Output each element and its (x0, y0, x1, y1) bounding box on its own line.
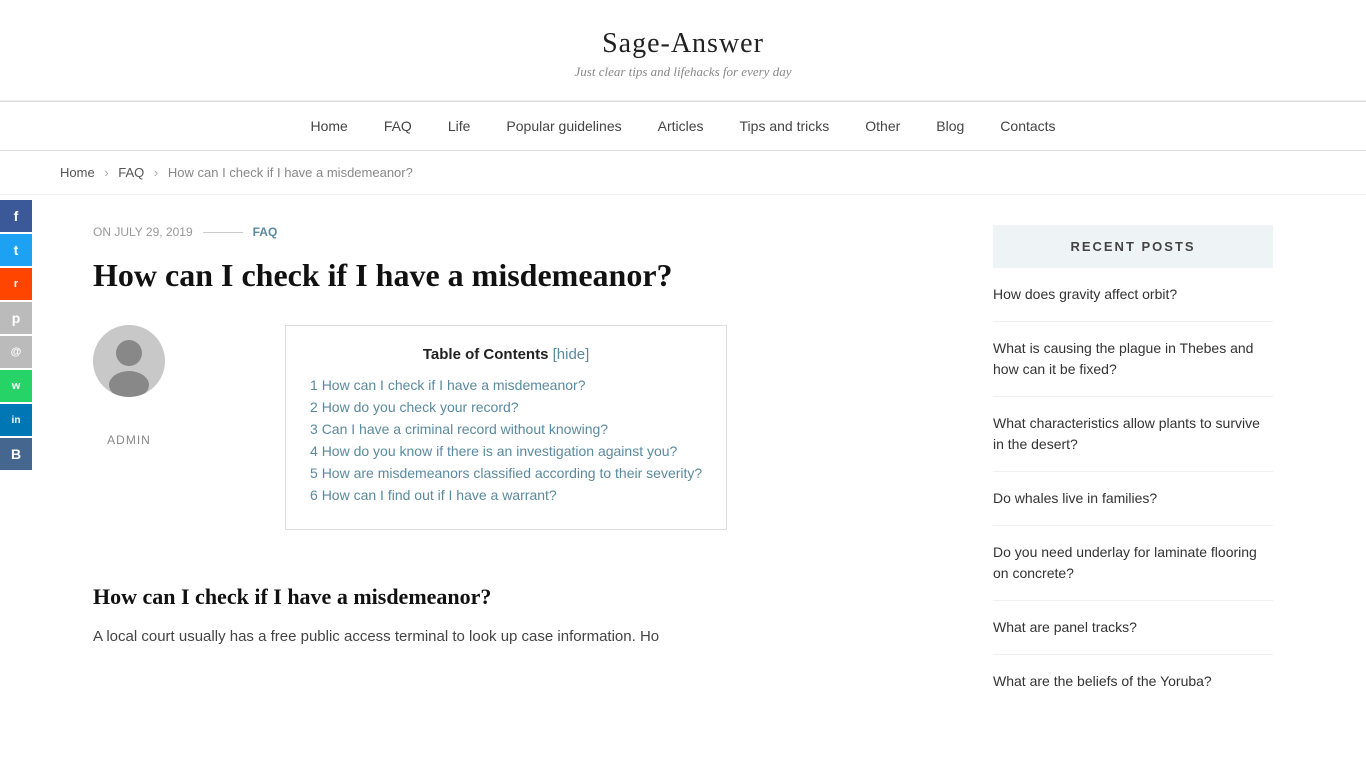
nav-faq[interactable]: FAQ (366, 102, 430, 150)
author-name: ADMIN (107, 433, 151, 447)
breadcrumb-sep-2: › (154, 165, 158, 180)
toc-item-2: 2 How do you check your record? (310, 399, 702, 415)
nav-popular-guidelines[interactable]: Popular guidelines (488, 102, 639, 150)
toc-item-4: 4 How do you know if there is an investi… (310, 443, 702, 459)
section-heading-1: How can I check if I have a misdemeanor? (93, 584, 933, 610)
site-title: Sage-Answer (20, 28, 1346, 60)
toc-box: Table of Contents [hide] 1 How can I che… (285, 325, 727, 530)
toc-item-5: 5 How are misdemeanors classified accord… (310, 465, 702, 481)
recent-post-item: How does gravity affect orbit? (993, 284, 1273, 322)
vk-button[interactable]: B (0, 438, 32, 470)
recent-post-item: What are the beliefs of the Yoruba? (993, 671, 1273, 708)
toc-list: 1 How can I check if I have a misdemeano… (310, 377, 702, 503)
recent-posts-list: How does gravity affect orbit? What is c… (993, 284, 1273, 708)
author-avatar (93, 325, 165, 397)
section-text-1: A local court usually has a free public … (93, 624, 933, 650)
nav-home[interactable]: Home (292, 102, 365, 150)
toc-item-6: 6 How can I find out if I have a warrant… (310, 487, 702, 503)
breadcrumb-faq[interactable]: FAQ (118, 165, 144, 180)
pinterest-button[interactable]: p (0, 302, 32, 334)
sidebar: RECENT POSTS How does gravity affect orb… (973, 195, 1273, 754)
recent-post-link-6[interactable]: What are panel tracks? (993, 619, 1137, 635)
linkedin-button[interactable]: in (0, 404, 32, 436)
recent-post-item: What are panel tracks? (993, 617, 1273, 655)
social-sidebar: f t r p @ w in B (0, 200, 32, 470)
article-meta: ON JULY 29, 2019 FAQ (93, 225, 933, 239)
breadcrumb-home[interactable]: Home (60, 165, 95, 180)
nav-articles[interactable]: Articles (640, 102, 722, 150)
site-header: Sage-Answer Just clear tips and lifehack… (0, 0, 1366, 101)
recent-post-item: Do you need underlay for laminate floori… (993, 542, 1273, 601)
whatsapp-button[interactable]: w (0, 370, 32, 402)
toc-hide-button[interactable]: [hide] (553, 346, 590, 363)
page-layout: ON JULY 29, 2019 FAQ How can I check if … (33, 195, 1333, 754)
article-category[interactable]: FAQ (253, 225, 278, 239)
recent-post-item: Do whales live in families? (993, 488, 1273, 526)
email-button[interactable]: @ (0, 336, 32, 368)
reddit-button[interactable]: r (0, 268, 32, 300)
recent-post-link-1[interactable]: How does gravity affect orbit? (993, 286, 1177, 302)
site-tagline: Just clear tips and lifehacks for every … (20, 64, 1346, 80)
main-content: ON JULY 29, 2019 FAQ How can I check if … (73, 195, 973, 754)
facebook-button[interactable]: f (0, 200, 32, 232)
recent-post-link-3[interactable]: What characteristics allow plants to sur… (993, 415, 1260, 452)
breadcrumb: Home › FAQ › How can I check if I have a… (0, 151, 1366, 195)
article-date: ON JULY 29, 2019 (93, 225, 193, 239)
nav-other[interactable]: Other (847, 102, 918, 150)
recent-post-link-5[interactable]: Do you need underlay for laminate floori… (993, 544, 1257, 581)
nav-life[interactable]: Life (430, 102, 489, 150)
toc-item-1: 1 How can I check if I have a misdemeano… (310, 377, 702, 393)
recent-posts-title: RECENT POSTS (993, 225, 1273, 268)
toc-title: Table of Contents [hide] (310, 346, 702, 363)
nav-tips-and-tricks[interactable]: Tips and tricks (722, 102, 848, 150)
recent-post-item: What is causing the plague in Thebes and… (993, 338, 1273, 397)
nav-contacts[interactable]: Contacts (982, 102, 1073, 150)
breadcrumb-sep-1: › (104, 165, 108, 180)
recent-post-item: What characteristics allow plants to sur… (993, 413, 1273, 472)
meta-line (203, 232, 243, 233)
article-title: How can I check if I have a misdemeanor? (93, 255, 933, 297)
breadcrumb-current: How can I check if I have a misdemeanor? (168, 165, 413, 180)
twitter-button[interactable]: t (0, 234, 32, 266)
toc-item-3: 3 Can I have a criminal record without k… (310, 421, 702, 437)
recent-post-link-2[interactable]: What is causing the plague in Thebes and… (993, 340, 1253, 377)
main-nav: Home FAQ Life Popular guidelines Article… (0, 101, 1366, 151)
nav-blog[interactable]: Blog (918, 102, 982, 150)
recent-post-link-7[interactable]: What are the beliefs of the Yoruba? (993, 673, 1212, 689)
author-block: ADMIN Table of Contents [hide] 1 How can… (93, 325, 933, 560)
recent-post-link-4[interactable]: Do whales live in families? (993, 490, 1157, 506)
